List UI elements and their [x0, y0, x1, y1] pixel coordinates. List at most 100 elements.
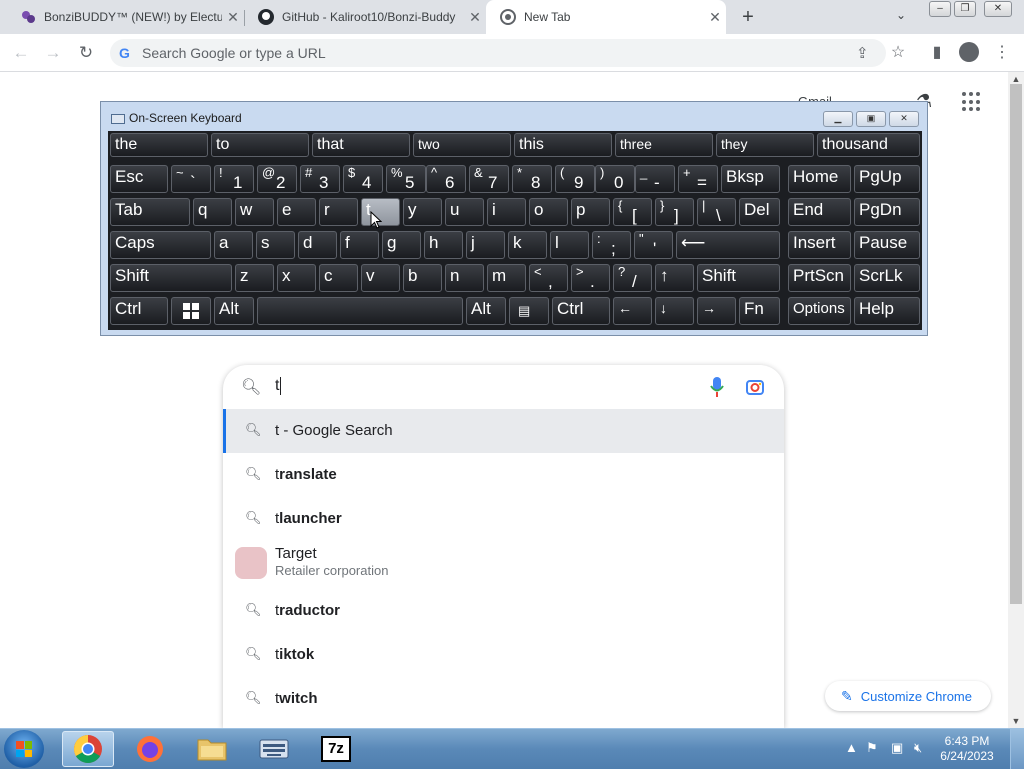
osk-key-6[interactable]: ^ 6 — [426, 165, 466, 193]
osk-key-y[interactable]: y — [403, 198, 442, 226]
side-panel-icon[interactable]: ▮ — [926, 42, 948, 62]
osk-key-ctrl-right[interactable]: Ctrl — [552, 297, 610, 325]
show-desktop-button[interactable] — [1010, 729, 1024, 769]
osk-key-enter[interactable]: ⟵ — [676, 231, 780, 259]
osk-key-e[interactable]: e — [277, 198, 316, 226]
osk-key-help[interactable]: Help — [854, 297, 920, 325]
osk-key-prtscn[interactable]: PrtScn — [788, 264, 851, 292]
osk-key-close-bracket[interactable]: }] — [655, 198, 694, 226]
osk-key-left-arrow[interactable]: ← — [613, 297, 652, 325]
close-tab-icon[interactable]: ✕ — [704, 9, 726, 26]
osk-restore-icon[interactable]: ▣ — [856, 111, 886, 127]
back-arrow-icon[interactable]: ← — [8, 40, 34, 66]
osk-key-f[interactable]: f — [340, 231, 379, 259]
osk-key-shift-left[interactable]: Shift — [110, 264, 232, 292]
osk-key-period[interactable]: >. — [571, 264, 610, 292]
suggestion-traductor[interactable]: 🔍︎ traductor — [223, 589, 784, 633]
osk-key-fn[interactable]: Fn — [739, 297, 780, 325]
osk-prediction-key[interactable]: thousand — [817, 133, 920, 157]
osk-key-pgup[interactable]: PgUp — [854, 165, 920, 193]
osk-key-pgdn[interactable]: PgDn — [854, 198, 920, 226]
osk-key-4[interactable]: $4 — [343, 165, 383, 193]
restore-window-icon[interactable]: ❐ — [954, 1, 976, 17]
osk-key-space[interactable] — [257, 297, 463, 325]
osk-prediction-key[interactable]: this — [514, 133, 612, 157]
volume-muted-icon[interactable]: 🔇︎ — [914, 740, 922, 756]
osk-key-del[interactable]: Del — [739, 198, 780, 226]
osk-key-down-arrow[interactable]: ↓ — [655, 297, 694, 325]
osk-key-i[interactable]: i — [487, 198, 526, 226]
suggestion-google-search[interactable]: 🔍︎ t - Google Search — [223, 409, 784, 453]
osk-minimize-icon[interactable]: ▁ — [823, 111, 853, 127]
forward-arrow-icon[interactable]: → — [40, 40, 66, 66]
osk-key-insert[interactable]: Insert — [788, 231, 851, 259]
osk-key-equals[interactable]: + = — [678, 165, 718, 193]
osk-key-b[interactable]: b — [403, 264, 442, 292]
osk-key-m[interactable]: m — [487, 264, 526, 292]
osk-key-windows[interactable] — [171, 297, 211, 325]
tab-search-chevron-icon[interactable]: ⌄ — [896, 8, 906, 22]
osk-key-v[interactable]: v — [361, 264, 400, 292]
customize-chrome-button[interactable]: ✎ Customize Chrome — [825, 681, 991, 711]
osk-key-h[interactable]: h — [424, 231, 463, 259]
osk-key-3[interactable]: #3 — [300, 165, 340, 193]
osk-key-n[interactable]: n — [445, 264, 484, 292]
osk-key-2[interactable]: @2 — [257, 165, 297, 193]
osk-key-p[interactable]: p — [571, 198, 610, 226]
osk-key-j[interactable]: j — [466, 231, 505, 259]
osk-key-open-bracket[interactable]: {[ — [613, 198, 652, 226]
osk-key-q[interactable]: q — [193, 198, 232, 226]
suggestion-tiktok[interactable]: 🔍︎ tiktok — [223, 633, 784, 677]
taskbar-file-explorer[interactable] — [186, 731, 238, 767]
share-icon[interactable]: ⇪ — [856, 44, 869, 62]
close-tab-icon[interactable]: ✕ — [464, 9, 486, 26]
suggestion-target[interactable]: Target Retailer corporation — [223, 541, 784, 585]
osk-key-backslash[interactable]: | \ — [697, 198, 736, 226]
osk-key-alt-left[interactable]: Alt — [214, 297, 254, 325]
osk-key-x[interactable]: x — [277, 264, 316, 292]
osk-key-7[interactable]: & 7 — [469, 165, 509, 193]
osk-key-caps[interactable]: Caps — [110, 231, 211, 259]
osk-prediction-key[interactable]: two — [413, 133, 511, 157]
osk-prediction-key[interactable]: the — [110, 133, 208, 157]
suggestion-twitch[interactable]: 🔍︎ twitch — [223, 677, 784, 721]
osk-key-d[interactable]: d — [298, 231, 337, 259]
new-tab-button[interactable]: + — [736, 5, 760, 29]
osk-key-z[interactable]: z — [235, 264, 274, 292]
scroll-up-arrow-icon[interactable]: ▲ — [1008, 74, 1024, 84]
taskbar-firefox[interactable] — [124, 731, 176, 767]
page-scrollbar[interactable]: ▲ ▼ — [1008, 72, 1024, 728]
scroll-thumb[interactable] — [1010, 84, 1022, 604]
minimize-window-icon[interactable]: – — [929, 1, 951, 17]
tab-github[interactable]: GitHub - Kaliroot10/Bonzi-Buddy ✕ — [238, 0, 486, 34]
osk-key-options[interactable]: Options — [788, 297, 851, 325]
osk-key-end[interactable]: End — [788, 198, 851, 226]
osk-key-9[interactable]: (9 — [555, 165, 595, 193]
osk-key-quote[interactable]: " ' — [634, 231, 673, 259]
google-apps-icon[interactable] — [962, 92, 982, 112]
osk-key-l[interactable]: l — [550, 231, 589, 259]
action-center-flag-icon[interactable]: ⚑ — [866, 740, 878, 756]
network-icon[interactable]: ▣ — [891, 740, 903, 756]
osk-key-8[interactable]: * 8 — [512, 165, 552, 193]
chrome-menu-icon[interactable]: ⋮ — [991, 42, 1013, 62]
system-clock[interactable]: 6:43 PM 6/24/2023 — [932, 734, 1002, 764]
osk-key-ctrl-left[interactable]: Ctrl — [110, 297, 168, 325]
search-input[interactable]: 🔍︎ t — [223, 365, 784, 409]
osk-key-pause[interactable]: Pause — [854, 231, 920, 259]
address-bar[interactable]: G Search Google or type a URL ⇪ — [110, 39, 886, 67]
taskbar-on-screen-keyboard[interactable] — [248, 731, 300, 767]
osk-key-esc[interactable]: Esc — [110, 165, 168, 193]
osk-key-minus[interactable]: _ - — [635, 165, 675, 193]
osk-key-s[interactable]: s — [256, 231, 295, 259]
osk-key-w[interactable]: w — [235, 198, 274, 226]
osk-prediction-key[interactable]: to — [211, 133, 309, 157]
scroll-down-arrow-icon[interactable]: ▼ — [1008, 716, 1024, 726]
show-hidden-icons-icon[interactable]: ▲ — [845, 740, 858, 755]
tab-bonzibuddy[interactable]: BonziBUDDY™ (NEW!) by Electus ✕ — [0, 0, 244, 34]
osk-key-shift-right[interactable]: Shift — [697, 264, 780, 292]
start-button[interactable] — [4, 730, 44, 768]
osk-key-comma[interactable]: <, — [529, 264, 568, 292]
voice-search-mic-icon[interactable] — [709, 375, 725, 399]
suggestion-translate[interactable]: 🔍︎ translate — [223, 453, 784, 497]
